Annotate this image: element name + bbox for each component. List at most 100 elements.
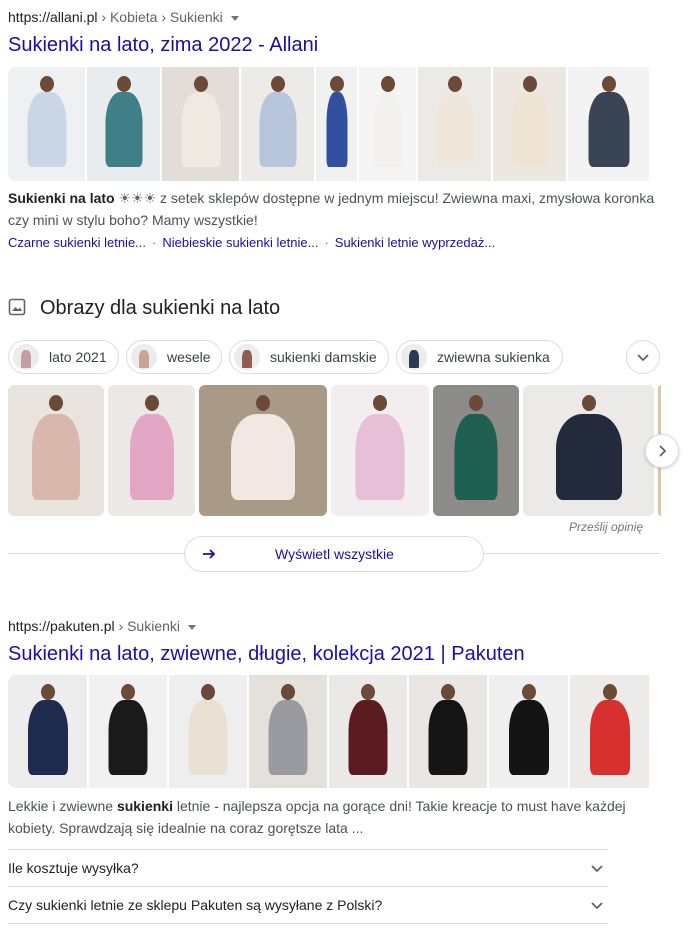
result2-breadcrumb[interactable]: https://pakuten.pl › Sukienki [8,618,196,634]
dress-shape [428,700,468,775]
chip-dress-shape [21,350,31,368]
dress-shape [27,92,66,167]
result1-menu-caret-icon[interactable] [230,15,239,21]
chevron-right-icon [659,445,667,457]
chip-label: zwiewna sukienka [437,349,550,365]
sitelink-wyprzedaz[interactable]: Sukienki letnie wyprzedaż... [335,235,495,250]
chips-expand-button[interactable] [626,340,660,374]
result1-breadcrumb[interactable]: https://allani.pl › Kobieta › Sukienki [8,9,239,25]
result1-thumbnail[interactable] [8,67,85,181]
dress-shape [588,92,629,167]
result2-thumbnail[interactable] [489,675,568,788]
result2-path: › Sukienki [114,618,180,634]
dress-shape [32,414,80,500]
result2-thumbnail[interactable] [329,675,407,788]
images-heading: Obrazy dla sukienki na lato [40,297,281,319]
result2-thumbnail[interactable] [8,675,87,788]
result1-sitelinks: Czarne sukienki letnie... · Niebieskie suk… [8,235,496,250]
dress-shape [326,92,347,167]
result2-image-strip[interactable] [8,675,655,788]
chip-label: lato 2021 [49,349,107,365]
carousel-next-button[interactable] [645,434,679,468]
dress-shape [231,414,295,500]
result2-url: https://pakuten.pl [8,618,115,634]
carousel-image[interactable] [8,385,104,516]
model-head [270,76,285,92]
result2-thumbnail[interactable] [169,675,247,788]
dress-shape [27,700,68,775]
dress-shape [259,92,296,167]
model-head [447,76,462,92]
model-head [39,76,54,92]
arrow-right-icon [203,549,216,559]
faq-item-shipping-cost[interactable]: Ile kosztuje wysyłka? [8,849,608,886]
model-head [121,684,135,700]
model-head [522,76,537,92]
faq-question: Czy sukienki letnie ze sklepu Pakuten są… [8,897,383,913]
dress-shape [355,414,405,500]
result1-title[interactable]: Sukienki na lato, zima 2022 - Allani [8,34,318,57]
result1-image-strip[interactable] [8,67,657,181]
result1-thumbnail[interactable] [493,67,566,181]
model-head [361,684,375,700]
result1-thumbnail[interactable] [87,67,160,181]
result1-thumbnail[interactable] [568,67,649,181]
model-head [256,395,270,411]
chip-thumbnail [131,344,157,370]
carousel-image[interactable] [523,385,654,516]
result2-thumbnail[interactable] [89,675,167,788]
carousel-image[interactable] [108,385,195,516]
carousel-image[interactable] [199,385,327,516]
model-head [201,684,215,700]
result2-snippet-bold: sukienki [116,798,173,814]
result2-title[interactable]: Sukienki na lato, zwiewne, długie, kolek… [8,643,525,666]
image-icon [8,298,28,318]
result2-thumbnail[interactable] [249,675,327,788]
dress-shape [108,700,148,775]
result1-thumbnail[interactable] [316,67,357,181]
result1-thumbnail[interactable] [418,67,491,181]
dress-shape [511,92,548,167]
model-head [116,76,131,92]
result1-snippet-bold: Sukienki na lato [8,190,115,206]
carousel-image[interactable] [331,385,429,516]
result1-thumbnail[interactable] [241,67,314,181]
chip-wesele[interactable]: wesele [126,340,222,374]
view-all-button[interactable]: Wyświetl wszystkie [184,536,484,572]
sitelink-niebieskie[interactable]: Niebieskie sukienki letnie... [162,235,318,250]
chip-dress-shape [139,350,149,368]
sitelink-czarne[interactable]: Czarne sukienki letnie... [8,235,146,250]
model-head [329,76,344,92]
model-head [380,76,395,92]
faq-item-shipping-origin[interactable]: Czy sukienki letnie ze sklepu Pakuten są… [8,886,608,923]
result2-menu-caret-icon[interactable] [188,624,196,630]
dress-shape [268,700,308,775]
result1-path: › Kobieta › Sukienki [97,9,223,25]
model-head [193,76,208,92]
model-head [441,684,455,700]
chip-label: sukienki damskie [270,349,377,365]
result2-thumbnail[interactable] [570,675,649,788]
chevron-down-icon [591,902,603,910]
chip-zwiewna-sukienka[interactable]: zwiewna sukienka [396,340,563,374]
result1-snippet: Sukienki na lato ☀☀☀ z setek sklepów dos… [8,187,663,231]
model-head [49,395,63,411]
model-head [581,395,596,411]
image-carousel[interactable] [8,385,661,516]
result1-thumbnail[interactable] [162,67,239,181]
carousel-image[interactable] [433,385,519,516]
model-head [373,395,387,411]
model-head [521,684,536,700]
dress-shape [589,700,630,775]
faq-question: Ile kosztuje wysyłka? [8,860,139,876]
model-head [601,76,616,92]
model-head [144,395,159,411]
chip-sukienki-damskie[interactable]: sukienki damskie [229,340,389,374]
result2-snippet-a: Lekkie i zwiewne [8,798,117,814]
feedback-link[interactable]: Prześlij opinię [569,520,643,534]
result2-thumbnail[interactable] [409,675,487,788]
dress-shape [105,92,142,167]
dress-shape [348,700,388,775]
result1-thumbnail[interactable] [359,67,416,181]
chip-lato-2021[interactable]: lato 2021 [8,340,119,374]
